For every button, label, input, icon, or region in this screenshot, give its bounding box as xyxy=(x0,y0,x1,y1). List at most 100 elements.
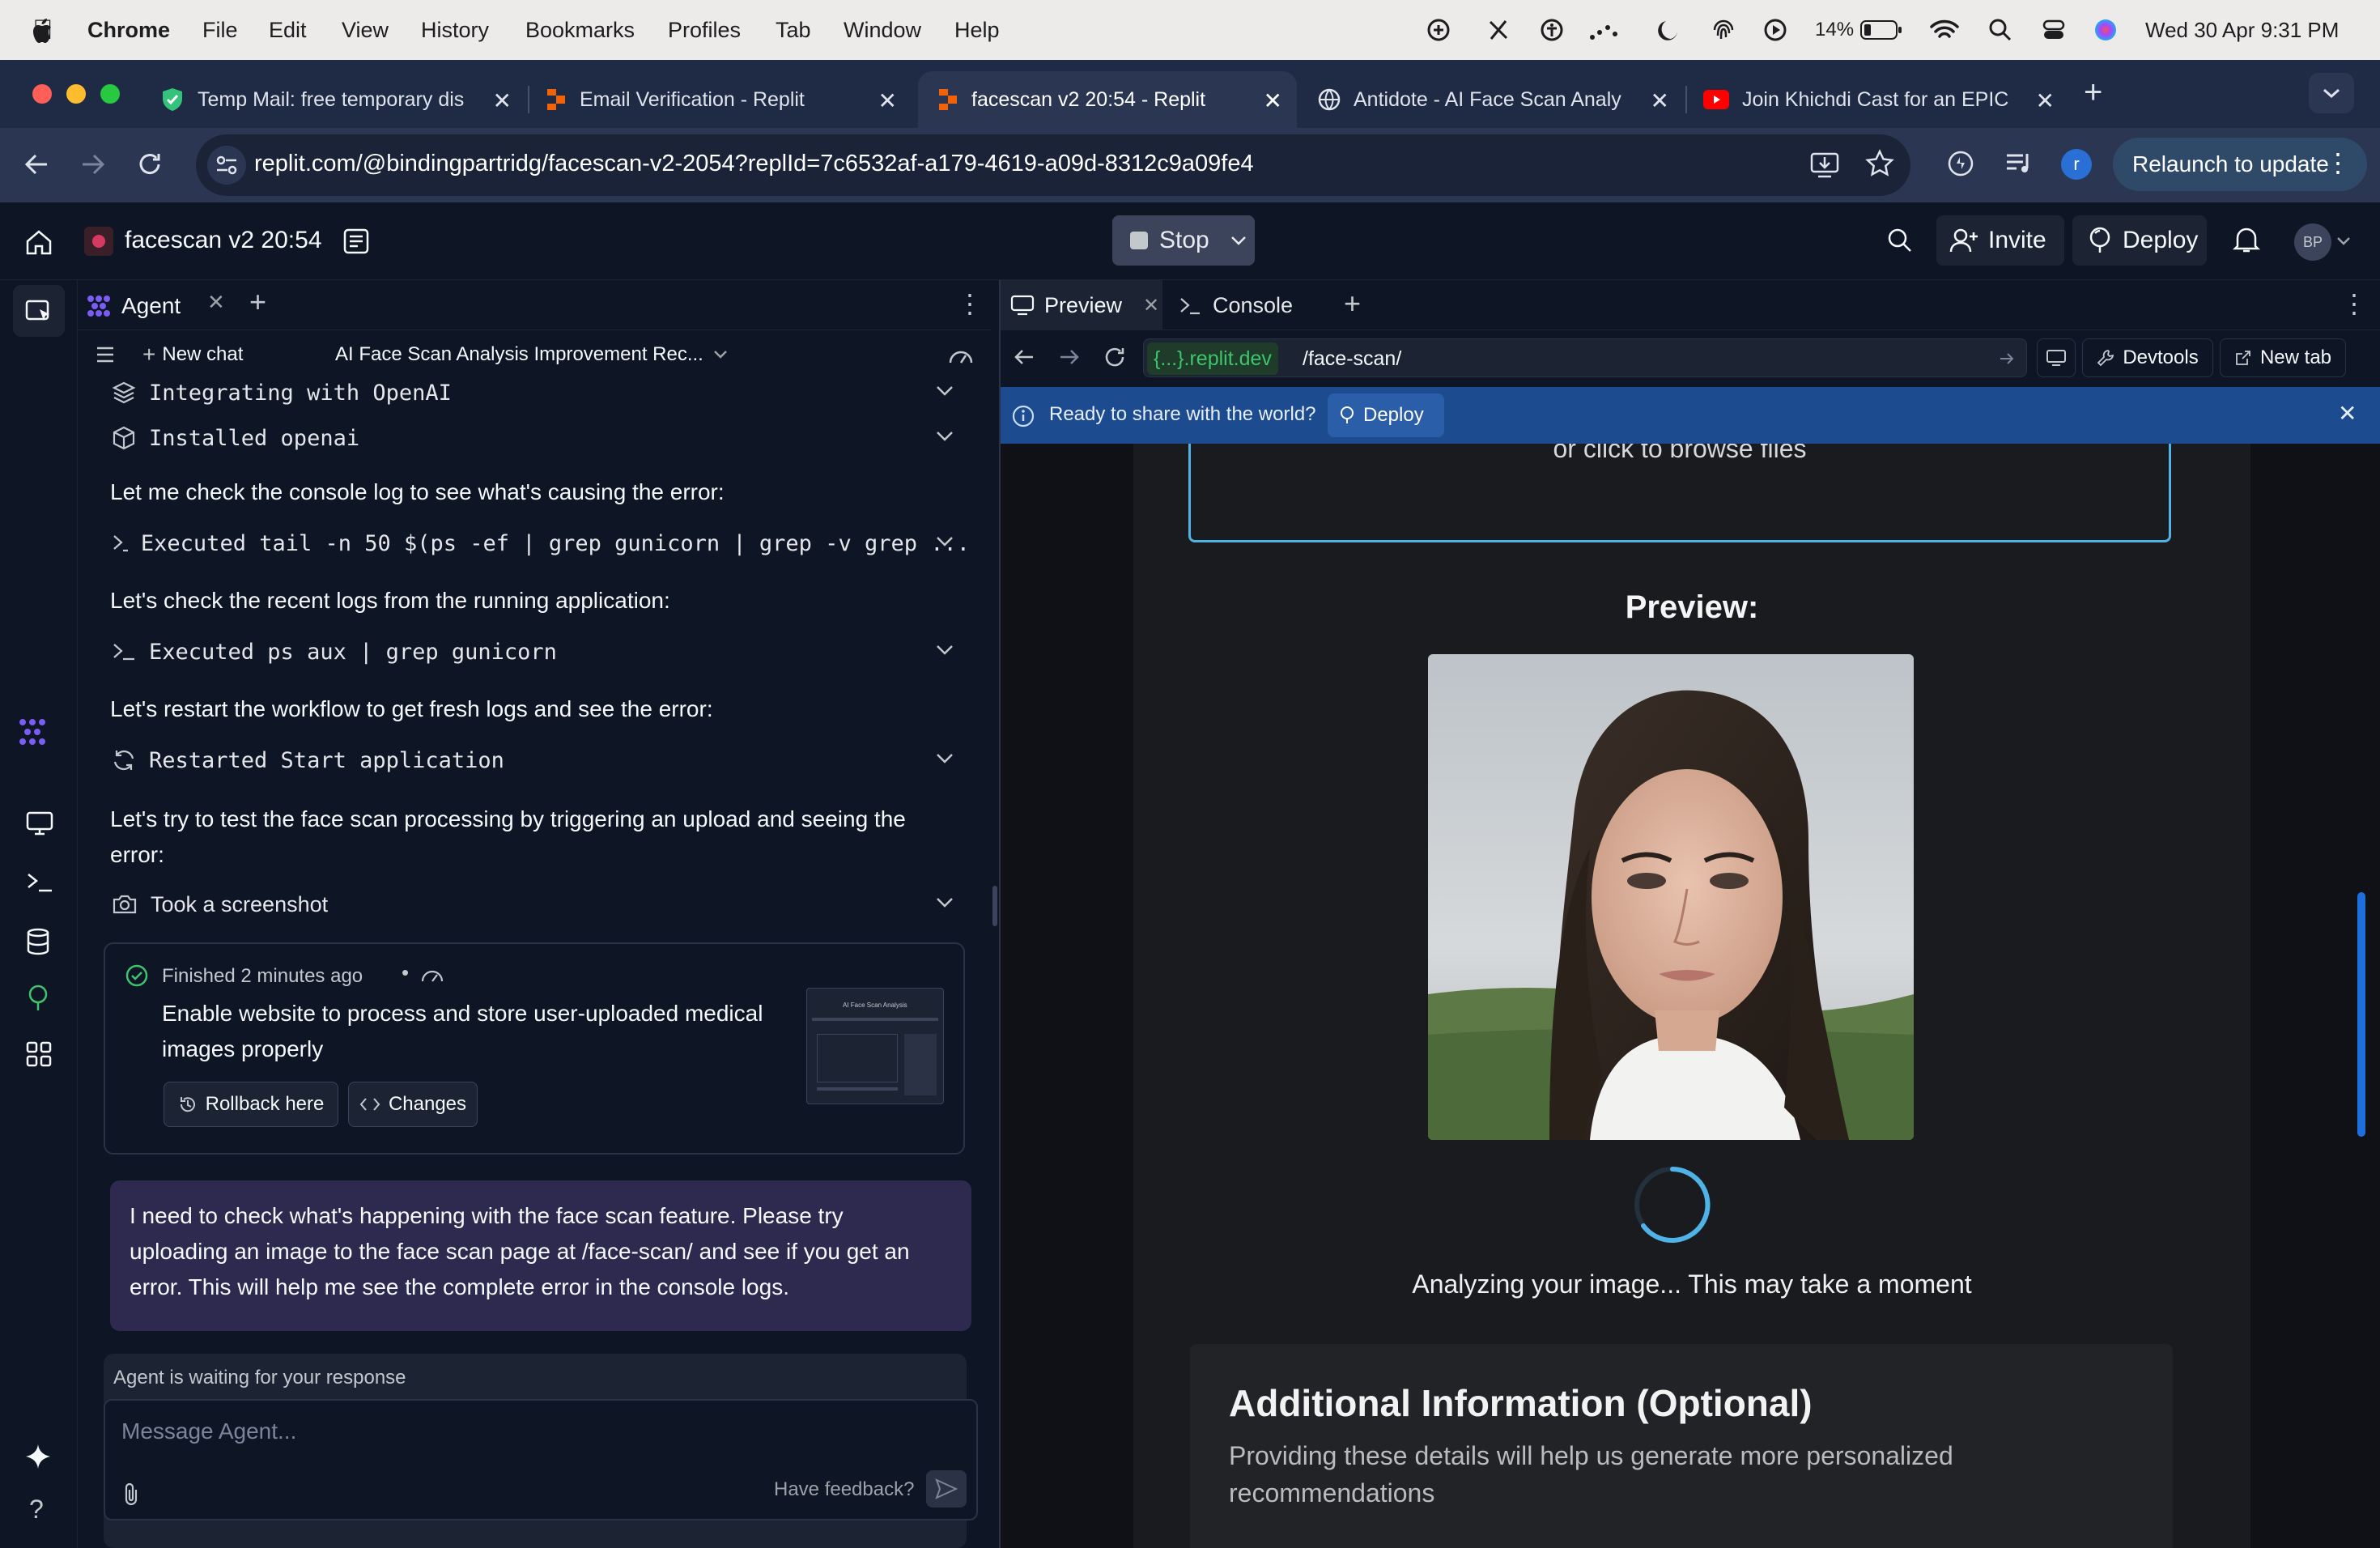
fingerprint-icon[interactable] xyxy=(1711,18,1736,42)
agent-rail-icon[interactable] xyxy=(16,717,49,746)
new-tab-button[interactable]: New tab xyxy=(2220,338,2346,377)
home-icon[interactable] xyxy=(24,228,53,256)
preview-scrollbar-thumb[interactable] xyxy=(2357,892,2365,1137)
tab-search-chevron-icon[interactable] xyxy=(2309,73,2354,113)
stop-dropdown-chevron-icon[interactable] xyxy=(1222,215,1255,266)
siri-icon[interactable] xyxy=(2093,18,2118,42)
extension-icon[interactable] xyxy=(1946,149,1975,178)
preview-rail-icon[interactable] xyxy=(26,811,53,836)
browser-tab-facescan[interactable]: facescan v2 20:54 - Replit ✕ xyxy=(918,71,1297,128)
browser-tab-email-verification[interactable]: Email Verification - Replit ✕ xyxy=(531,71,912,128)
send-button[interactable] xyxy=(926,1470,967,1508)
window-minimize-button[interactable] xyxy=(66,84,86,104)
activity-dots-icon[interactable] xyxy=(1588,18,1619,42)
browser-tab-temp-mail[interactable]: Temp Mail: free temporary dis ✕ xyxy=(146,71,526,128)
menu-file[interactable]: File xyxy=(202,0,238,60)
notifications-bell-icon[interactable] xyxy=(2233,225,2260,254)
tools-panel-icon[interactable] xyxy=(13,285,65,337)
site-info-icon[interactable] xyxy=(207,146,246,185)
back-arrow-icon[interactable] xyxy=(23,151,50,178)
tab-close-icon[interactable]: ✕ xyxy=(1143,294,1159,317)
bookmark-star-icon[interactable] xyxy=(1865,149,1894,178)
menu-profiles[interactable]: Profiles xyxy=(668,0,741,60)
tab-close-icon[interactable]: ✕ xyxy=(878,87,897,114)
deployments-rail-icon[interactable] xyxy=(26,985,50,1012)
attach-paperclip-icon[interactable] xyxy=(121,1482,141,1506)
preview-forward-icon[interactable] xyxy=(1057,345,1082,369)
play-icon[interactable] xyxy=(1763,18,1787,42)
speed-gauge-icon[interactable] xyxy=(947,343,975,366)
tab-close-icon[interactable]: ✕ xyxy=(1264,87,1282,114)
menu-edit[interactable]: Edit xyxy=(269,0,307,60)
chat-history-menu-icon[interactable] xyxy=(94,345,117,364)
database-icon[interactable] xyxy=(26,928,50,955)
project-files-icon[interactable] xyxy=(342,227,371,256)
preview-url-bar[interactable]: {...}.replit.dev /face-scan/ xyxy=(1143,338,2027,377)
changes-button[interactable]: Changes xyxy=(348,1082,478,1127)
step-executed-ps[interactable]: Executed ps aux | grep gunicorn xyxy=(112,633,970,670)
preview-reload-icon[interactable] xyxy=(1103,345,1127,369)
devtools-button[interactable]: Devtools xyxy=(2082,338,2213,377)
browser-tab-antidote[interactable]: Antidote - AI Face Scan Analy ✕ xyxy=(1303,71,1684,128)
agent-kebab-menu-icon[interactable]: ⋮ xyxy=(957,288,983,319)
project-icon[interactable] xyxy=(84,227,113,256)
install-app-icon[interactable] xyxy=(1810,151,1839,178)
invite-button[interactable]: Invite xyxy=(1936,215,2064,266)
forward-arrow-icon[interactable] xyxy=(79,151,107,178)
new-tab-plus-icon[interactable]: + xyxy=(1344,287,1361,321)
tab-preview[interactable]: Preview ✕ xyxy=(1001,280,1162,330)
window-close-button[interactable] xyxy=(32,84,52,104)
have-feedback-link[interactable]: Have feedback? xyxy=(774,1478,914,1501)
message-agent-input[interactable]: Message Agent... Have feedback? xyxy=(104,1399,978,1520)
pen-off-icon[interactable] xyxy=(1486,18,1511,42)
preview-back-icon[interactable] xyxy=(1012,345,1036,369)
banner-close-icon[interactable]: ✕ xyxy=(2338,400,2357,427)
user-avatar[interactable]: BP xyxy=(2294,223,2331,261)
chat-title-dropdown[interactable]: AI Face Scan Analysis Improvement Rec... xyxy=(335,338,728,371)
relaunch-to-update-button[interactable]: Relaunch to update ⋮ xyxy=(2113,138,2367,191)
window-zoom-button[interactable] xyxy=(100,84,120,104)
status-app-icon[interactable] xyxy=(1426,18,1451,42)
menu-tab[interactable]: Tab xyxy=(776,0,811,60)
media-queue-icon[interactable] xyxy=(2004,151,2034,176)
url-text[interactable]: replit.com/@bindingpartridg/facescan-v2-… xyxy=(254,151,1254,177)
wifi-icon[interactable] xyxy=(1930,18,1959,42)
step-restarted-app[interactable]: Restarted Start application xyxy=(112,742,970,779)
banner-deploy-button[interactable]: Deploy xyxy=(1328,393,1444,437)
control-center-icon[interactable] xyxy=(2042,18,2066,42)
preview-kebab-menu-icon[interactable]: ⋮ xyxy=(2341,288,2367,319)
go-arrow-icon[interactable] xyxy=(1999,351,2015,367)
step-installed-openai[interactable]: Installed openai xyxy=(112,419,970,457)
browser-tab-youtube[interactable]: Join Khichdi Cast for an EPIC ✕ xyxy=(1689,71,2069,128)
accessibility-icon[interactable] xyxy=(1540,18,1564,42)
menubar-app-name[interactable]: Chrome xyxy=(87,0,170,60)
apple-logo-icon[interactable] xyxy=(32,18,55,44)
menu-bookmarks[interactable]: Bookmarks xyxy=(525,0,635,60)
menu-view[interactable]: View xyxy=(342,0,389,60)
console-rail-icon[interactable] xyxy=(26,871,53,894)
kebab-menu-icon[interactable]: ⋮ xyxy=(2325,149,2351,176)
all-tools-grid-icon[interactable] xyxy=(26,1041,52,1067)
search-icon[interactable] xyxy=(1886,227,1914,254)
tab-close-icon[interactable]: ✕ xyxy=(207,290,225,315)
upload-dropzone[interactable]: or click to browse files xyxy=(1188,444,2171,542)
rollback-here-button[interactable]: Rollback here xyxy=(164,1082,338,1127)
new-tab-plus-icon[interactable]: + xyxy=(249,285,266,319)
panel-resize-handle[interactable] xyxy=(992,886,997,926)
step-executed-tail[interactable]: Executed tail -n 50 $(ps -ef | grep guni… xyxy=(112,525,970,562)
profile-avatar[interactable]: r xyxy=(2061,149,2092,180)
menu-window[interactable]: Window xyxy=(844,0,921,60)
tab-console[interactable]: Console xyxy=(1171,280,1324,330)
battery-icon[interactable] xyxy=(1860,19,1902,40)
tab-close-icon[interactable]: ✕ xyxy=(2036,87,2055,114)
step-took-screenshot[interactable]: Took a screenshot xyxy=(112,886,970,923)
new-chat-button[interactable]: + New chat xyxy=(142,338,243,371)
device-preview-button[interactable] xyxy=(2037,338,2076,377)
tab-close-icon[interactable]: ✕ xyxy=(1651,87,1669,114)
tab-close-icon[interactable]: ✕ xyxy=(493,87,512,114)
moon-icon[interactable] xyxy=(1655,18,1679,42)
spotlight-search-icon[interactable] xyxy=(1988,18,2012,42)
new-tab-plus-icon[interactable]: + xyxy=(2084,74,2102,111)
project-name[interactable]: facescan v2 20:54 xyxy=(125,227,322,254)
sparkle-icon[interactable] xyxy=(24,1443,52,1470)
